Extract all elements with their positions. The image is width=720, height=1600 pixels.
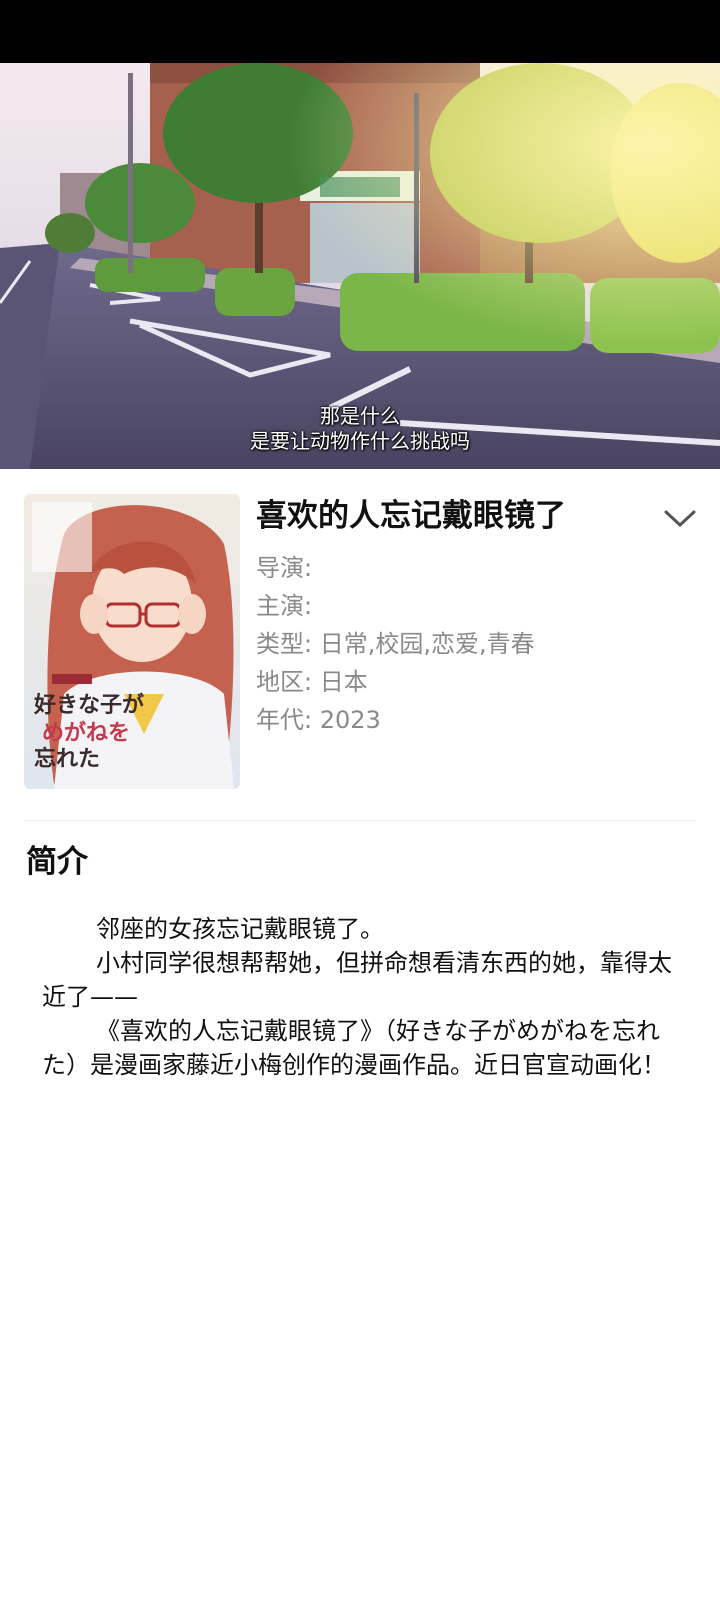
poster-logo-line-3: 忘れた [34, 746, 100, 772]
video-player[interactable]: 那是什么 是要让动物作什么挑战吗 [0, 63, 720, 469]
synopsis-p1: 邻座的女孩忘记戴眼镜了。 [96, 915, 384, 943]
region-row: 地区: 日本 [256, 666, 368, 698]
synopsis-text: 邻座的女孩忘记戴眼镜了。 小村同学很想帮帮她，但拼命想看清东西的她，靠得太近了—… [42, 912, 678, 1082]
anime-title: 喜欢的人忘记戴眼镜了 [256, 498, 566, 534]
synopsis-p2: 小村同学很想帮帮她，但拼命想看清东西的她，靠得太近了—— [42, 949, 672, 1011]
director-label: 导演: [256, 554, 313, 582]
poster-art: 好きな子が めがねを 忘れた [24, 494, 240, 789]
divider [24, 820, 696, 821]
region-label: 地区: [256, 668, 313, 696]
synopsis-p3: 《喜欢的人忘记戴眼镜了》（好きな子がめがねを忘れた）是漫画家藤近小梅创作的漫画作… [42, 1017, 666, 1079]
poster-image[interactable]: 好きな子が めがねを 忘れた [24, 494, 240, 789]
genre-value: 日常,校园,恋爱,青春 [319, 630, 535, 658]
genre-label: 类型: [256, 630, 313, 658]
synopsis-paragraph: 邻座的女孩忘记戴眼镜了。 [42, 912, 678, 946]
poster-logo-line-1: 好きな子が [33, 692, 144, 718]
expand-button[interactable] [660, 500, 700, 536]
subtitle-line-2: 是要让动物作什么挑战吗 [250, 429, 470, 453]
synopsis-paragraph: 小村同学很想帮帮她，但拼命想看清东西的她，靠得太近了—— [42, 946, 678, 1014]
director-row: 导演: [256, 552, 312, 584]
synopsis-heading: 简介 [26, 844, 88, 880]
chevron-down-icon [664, 510, 696, 527]
subtitle-line-1: 那是什么 [320, 404, 400, 428]
year-row: 年代: 2023 [256, 704, 381, 736]
cast-label: 主演: [256, 592, 313, 620]
status-bar [0, 0, 720, 63]
region-value: 日本 [319, 668, 368, 696]
poster-logo-line-2: めがねを [42, 720, 130, 746]
synopsis-paragraph: 《喜欢的人忘记戴眼镜了》（好きな子がめがねを忘れた）是漫画家藤近小梅创作的漫画作… [42, 1014, 678, 1082]
year-label: 年代: [256, 706, 313, 734]
genre-row: 类型: 日常,校园,恋爱,青春 [256, 628, 535, 660]
year-value: 2023 [319, 706, 381, 734]
cast-row: 主演: [256, 590, 312, 622]
